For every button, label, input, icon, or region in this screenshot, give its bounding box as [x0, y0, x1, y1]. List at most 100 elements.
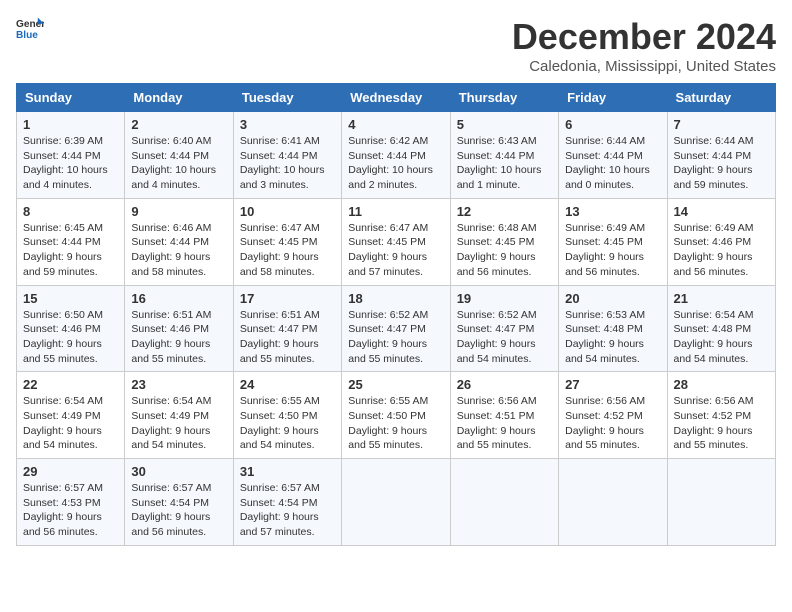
day-number: 10	[240, 204, 335, 219]
calendar-day-cell: 26 Sunrise: 6:56 AMSunset: 4:51 PMDayligh…	[450, 372, 558, 459]
day-number: 7	[674, 117, 769, 132]
calendar-day-cell: 3 Sunrise: 6:41 AMSunset: 4:44 PMDaylight…	[233, 112, 341, 199]
calendar-day-cell: 1 Sunrise: 6:39 AMSunset: 4:44 PMDaylight…	[17, 112, 125, 199]
calendar-day-cell: 9 Sunrise: 6:46 AMSunset: 4:44 PMDaylight…	[125, 198, 233, 285]
calendar-day-cell: 19 Sunrise: 6:52 AMSunset: 4:47 PMDayligh…	[450, 285, 558, 372]
month-title: December 2024	[512, 16, 776, 58]
day-info: Sunrise: 6:54 AMSunset: 4:48 PMDaylight:…	[674, 308, 769, 367]
calendar-day-cell: 12 Sunrise: 6:48 AMSunset: 4:45 PMDayligh…	[450, 198, 558, 285]
calendar-day-cell	[450, 459, 558, 546]
calendar-day-cell: 8 Sunrise: 6:45 AMSunset: 4:44 PMDaylight…	[17, 198, 125, 285]
calendar-week-row: 8 Sunrise: 6:45 AMSunset: 4:44 PMDaylight…	[17, 198, 776, 285]
day-number: 24	[240, 377, 335, 392]
calendar-day-cell: 29 Sunrise: 6:57 AMSunset: 4:53 PMDayligh…	[17, 459, 125, 546]
calendar-day-cell: 18 Sunrise: 6:52 AMSunset: 4:47 PMDayligh…	[342, 285, 450, 372]
day-number: 19	[457, 291, 552, 306]
calendar-day-cell: 15 Sunrise: 6:50 AMSunset: 4:46 PMDayligh…	[17, 285, 125, 372]
day-info: Sunrise: 6:43 AMSunset: 4:44 PMDaylight:…	[457, 134, 552, 193]
weekday-header-cell: Friday	[559, 84, 667, 112]
day-info: Sunrise: 6:56 AMSunset: 4:52 PMDaylight:…	[565, 394, 660, 453]
calendar-day-cell: 24 Sunrise: 6:55 AMSunset: 4:50 PMDayligh…	[233, 372, 341, 459]
calendar-day-cell: 2Sunrise: 6:40 AMSunset: 4:44 PMDaylight…	[125, 112, 233, 199]
svg-text:Blue: Blue	[16, 30, 38, 41]
day-info: Sunrise: 6:41 AMSunset: 4:44 PMDaylight:…	[240, 134, 335, 193]
day-number: 14	[674, 204, 769, 219]
calendar: SundayMondayTuesdayWednesdayThursdayFrid…	[16, 83, 776, 546]
day-info: Sunrise: 6:49 AMSunset: 4:46 PMDaylight:…	[674, 221, 769, 280]
day-info: Sunrise: 6:55 AMSunset: 4:50 PMDaylight:…	[348, 394, 443, 453]
day-number: 28	[674, 377, 769, 392]
day-number: 6	[565, 117, 660, 132]
day-info: Sunrise: 6:51 AMSunset: 4:47 PMDaylight:…	[240, 308, 335, 367]
calendar-day-cell: 23 Sunrise: 6:54 AMSunset: 4:49 PMDayligh…	[125, 372, 233, 459]
day-number: 30	[131, 464, 226, 479]
day-number: 27	[565, 377, 660, 392]
day-number: 12	[457, 204, 552, 219]
day-info: Sunrise: 6:42 AMSunset: 4:44 PMDaylight:…	[348, 134, 443, 193]
day-number: 20	[565, 291, 660, 306]
logo-icon: General Blue	[16, 16, 44, 44]
day-number: 21	[674, 291, 769, 306]
day-number: 26	[457, 377, 552, 392]
calendar-day-cell: 10Sunrise: 6:47 AMSunset: 4:45 PMDayligh…	[233, 198, 341, 285]
calendar-day-cell: 20 Sunrise: 6:53 AMSunset: 4:48 PMDayligh…	[559, 285, 667, 372]
calendar-day-cell: 28 Sunrise: 6:56 AMSunset: 4:52 PMDayligh…	[667, 372, 775, 459]
day-number: 23	[131, 377, 226, 392]
day-number: 1	[23, 117, 118, 132]
calendar-week-row: 22 Sunrise: 6:54 AMSunset: 4:49 PMDayligh…	[17, 372, 776, 459]
day-number: 15	[23, 291, 118, 306]
subtitle: Caledonia, Mississippi, United States	[512, 58, 776, 75]
day-info: Sunrise: 6:57 AMSunset: 4:53 PMDaylight:…	[23, 481, 118, 540]
calendar-week-row: 1 Sunrise: 6:39 AMSunset: 4:44 PMDaylight…	[17, 112, 776, 199]
day-number: 22	[23, 377, 118, 392]
calendar-day-cell: 22Sunrise: 6:54 AMSunset: 4:49 PMDayligh…	[17, 372, 125, 459]
calendar-day-cell: 21 Sunrise: 6:54 AMSunset: 4:48 PMDayligh…	[667, 285, 775, 372]
day-info: Sunrise: 6:56 AMSunset: 4:51 PMDaylight:…	[457, 394, 552, 453]
calendar-body: 1 Sunrise: 6:39 AMSunset: 4:44 PMDaylight…	[17, 112, 776, 546]
calendar-week-row: 29 Sunrise: 6:57 AMSunset: 4:53 PMDayligh…	[17, 459, 776, 546]
day-number: 4	[348, 117, 443, 132]
day-info: Sunrise: 6:53 AMSunset: 4:48 PMDaylight:…	[565, 308, 660, 367]
day-number: 31	[240, 464, 335, 479]
day-number: 13	[565, 204, 660, 219]
day-info: Sunrise: 6:55 AMSunset: 4:50 PMDaylight:…	[240, 394, 335, 453]
day-number: 17	[240, 291, 335, 306]
day-info: Sunrise: 6:39 AMSunset: 4:44 PMDaylight:…	[23, 134, 118, 193]
day-number: 9	[131, 204, 226, 219]
day-info: Sunrise: 6:52 AMSunset: 4:47 PMDaylight:…	[348, 308, 443, 367]
title-area: December 2024 Caledonia, Mississippi, Un…	[512, 16, 776, 75]
weekday-header-row: SundayMondayTuesdayWednesdayThursdayFrid…	[17, 84, 776, 112]
calendar-day-cell	[667, 459, 775, 546]
day-number: 11	[348, 204, 443, 219]
day-number: 8	[23, 204, 118, 219]
weekday-header-cell: Tuesday	[233, 84, 341, 112]
day-number: 29	[23, 464, 118, 479]
calendar-day-cell: 17 Sunrise: 6:51 AMSunset: 4:47 PMDayligh…	[233, 285, 341, 372]
calendar-day-cell: 27 Sunrise: 6:56 AMSunset: 4:52 PMDayligh…	[559, 372, 667, 459]
day-info: Sunrise: 6:48 AMSunset: 4:45 PMDaylight:…	[457, 221, 552, 280]
weekday-header-cell: Wednesday	[342, 84, 450, 112]
day-info: Sunrise: 6:45 AMSunset: 4:44 PMDaylight:…	[23, 221, 118, 280]
day-info: Sunrise: 6:51 AMSunset: 4:46 PMDaylight:…	[131, 308, 226, 367]
day-info: Sunrise: 6:46 AMSunset: 4:44 PMDaylight:…	[131, 221, 226, 280]
day-info: Sunrise: 6:49 AMSunset: 4:45 PMDaylight:…	[565, 221, 660, 280]
calendar-day-cell	[559, 459, 667, 546]
weekday-header-cell: Saturday	[667, 84, 775, 112]
day-info: Sunrise: 6:44 AMSunset: 4:44 PMDaylight:…	[565, 134, 660, 193]
day-number: 3	[240, 117, 335, 132]
calendar-day-cell: 4 Sunrise: 6:42 AMSunset: 4:44 PMDaylight…	[342, 112, 450, 199]
calendar-day-cell: 5Sunrise: 6:43 AMSunset: 4:44 PMDaylight…	[450, 112, 558, 199]
day-number: 18	[348, 291, 443, 306]
calendar-day-cell: 6 Sunrise: 6:44 AMSunset: 4:44 PMDaylight…	[559, 112, 667, 199]
day-info: Sunrise: 6:54 AMSunset: 4:49 PMDaylight:…	[131, 394, 226, 453]
day-info: Sunrise: 6:50 AMSunset: 4:46 PMDaylight:…	[23, 308, 118, 367]
calendar-day-cell: 25Sunrise: 6:55 AMSunset: 4:50 PMDayligh…	[342, 372, 450, 459]
header: General Blue December 2024 Caledonia, Mi…	[16, 16, 776, 75]
calendar-day-cell: 30Sunrise: 6:57 AMSunset: 4:54 PMDayligh…	[125, 459, 233, 546]
calendar-day-cell: 13 Sunrise: 6:49 AMSunset: 4:45 PMDayligh…	[559, 198, 667, 285]
calendar-day-cell: 31Sunrise: 6:57 AMSunset: 4:54 PMDayligh…	[233, 459, 341, 546]
day-info: Sunrise: 6:47 AMSunset: 4:45 PMDaylight:…	[348, 221, 443, 280]
calendar-week-row: 15 Sunrise: 6:50 AMSunset: 4:46 PMDayligh…	[17, 285, 776, 372]
day-info: Sunrise: 6:56 AMSunset: 4:52 PMDaylight:…	[674, 394, 769, 453]
day-info: Sunrise: 6:52 AMSunset: 4:47 PMDaylight:…	[457, 308, 552, 367]
